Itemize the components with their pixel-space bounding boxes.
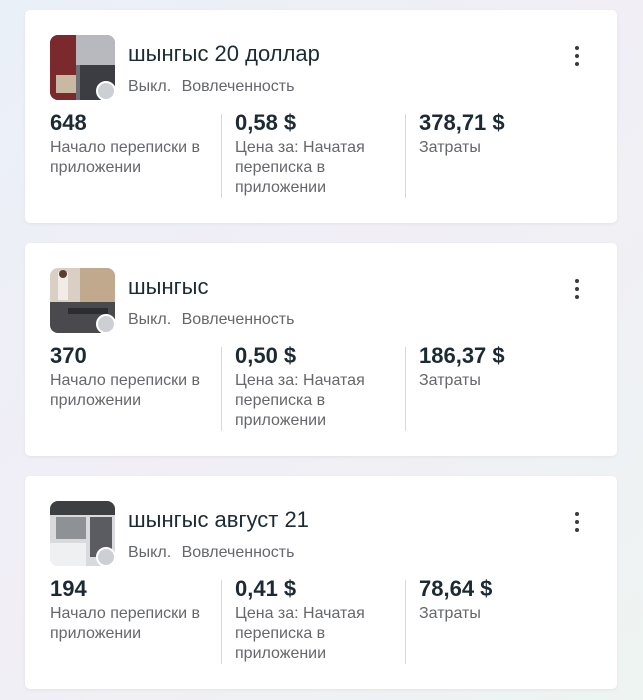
metric-value: 378,71 $ <box>419 110 505 135</box>
metric-results: 648 Начало переписки в приложении <box>50 110 220 200</box>
campaign-card[interactable]: шынгыс август 21 Выкл. Вовлеченность 194… <box>25 476 617 689</box>
metric-label: Начало переписки в приложении <box>50 139 201 176</box>
campaign-header: шынгыс август 21 Выкл. Вовлеченность <box>50 501 592 567</box>
metric-divider <box>221 347 222 431</box>
metric-spend: 378,71 $ Затраты <box>419 110 589 200</box>
campaign-card[interactable]: шынгыс 20 доллар Выкл. Вовлеченность 648… <box>25 10 617 223</box>
metric-value: 0,41 $ <box>235 576 297 601</box>
campaign-thumbnail[interactable] <box>50 35 116 101</box>
metric-divider <box>405 580 406 664</box>
metric-cost-per-result: 0,50 $ Цена за: Начатая переписка в прил… <box>235 343 405 433</box>
campaign-status: Выкл. <box>128 78 172 95</box>
metric-label: Цена за: Начатая переписка в приложении <box>235 372 365 429</box>
campaign-subline: Выкл. Вовлеченность <box>128 78 294 96</box>
campaign-objective: Вовлеченность <box>181 311 295 328</box>
metric-value: 0,58 $ <box>235 110 297 135</box>
campaign-metrics: 648 Начало переписки в приложении 0,58 $… <box>50 110 592 200</box>
campaign-objective: Вовлеченность <box>181 78 295 95</box>
campaign-header: шынгыс 20 доллар Выкл. Вовлеченность <box>50 35 592 101</box>
more-options-icon[interactable] <box>562 41 592 71</box>
metric-label: Затраты <box>419 372 481 389</box>
campaign-title[interactable]: шынгыс 20 доллар <box>128 41 320 67</box>
metric-value: 0,50 $ <box>235 343 297 368</box>
campaign-status: Выкл. <box>128 544 172 561</box>
metric-value: 78,64 $ <box>419 576 493 601</box>
status-off-dot <box>96 314 116 334</box>
metric-spend: 78,64 $ Затраты <box>419 576 589 666</box>
campaign-title[interactable]: шынгыс <box>128 274 208 300</box>
campaign-subline: Выкл. Вовлеченность <box>128 544 294 562</box>
metric-label: Цена за: Начатая переписка в приложении <box>235 605 365 662</box>
metric-divider <box>221 580 222 664</box>
campaign-thumbnail[interactable] <box>50 501 116 567</box>
metric-value: 194 <box>50 576 87 601</box>
metric-divider <box>405 114 406 198</box>
metric-label: Начало переписки в приложении <box>50 372 201 409</box>
metric-label: Затраты <box>419 139 481 156</box>
metric-value: 370 <box>50 343 87 368</box>
metric-label: Цена за: Начатая переписка в приложении <box>235 139 365 196</box>
status-off-dot <box>96 81 116 101</box>
campaign-metrics: 370 Начало переписки в приложении 0,50 $… <box>50 343 592 433</box>
metric-cost-per-result: 0,41 $ Цена за: Начатая переписка в прил… <box>235 576 405 666</box>
metric-divider <box>221 114 222 198</box>
metric-value: 186,37 $ <box>419 343 505 368</box>
campaign-header: шынгыс Выкл. Вовлеченность <box>50 268 592 334</box>
campaign-status: Выкл. <box>128 311 172 328</box>
campaign-thumbnail[interactable] <box>50 268 116 334</box>
metric-label: Затраты <box>419 605 481 622</box>
metric-results: 194 Начало переписки в приложении <box>50 576 220 666</box>
campaign-title[interactable]: шынгыс август 21 <box>128 507 309 533</box>
campaign-objective: Вовлеченность <box>181 544 295 561</box>
campaign-card[interactable]: шынгыс Выкл. Вовлеченность 370 Начало пе… <box>25 243 617 456</box>
metric-value: 648 <box>50 110 87 135</box>
campaign-subline: Выкл. Вовлеченность <box>128 311 294 329</box>
metric-divider <box>405 347 406 431</box>
more-options-icon[interactable] <box>562 274 592 304</box>
metric-spend: 186,37 $ Затраты <box>419 343 589 433</box>
metric-results: 370 Начало переписки в приложении <box>50 343 220 433</box>
metric-label: Начало переписки в приложении <box>50 605 201 642</box>
campaign-metrics: 194 Начало переписки в приложении 0,41 $… <box>50 576 592 666</box>
status-off-dot <box>96 547 116 567</box>
metric-cost-per-result: 0,58 $ Цена за: Начатая переписка в прил… <box>235 110 405 200</box>
more-options-icon[interactable] <box>562 507 592 537</box>
